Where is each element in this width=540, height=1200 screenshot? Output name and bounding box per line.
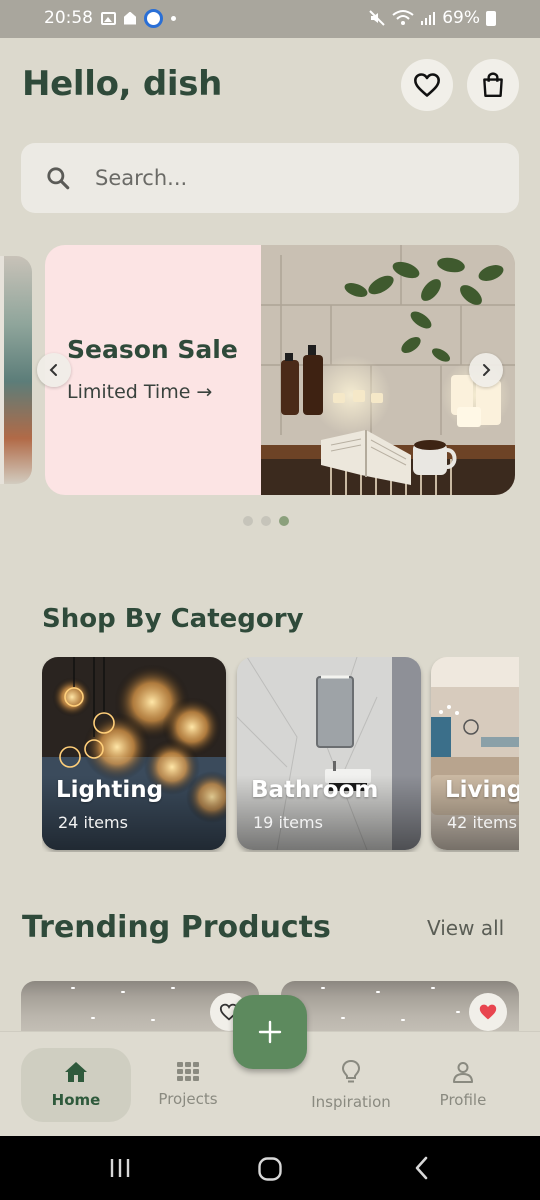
banner-cta[interactable]: Limited Time →	[67, 381, 212, 403]
category-count: 42 items	[447, 813, 517, 832]
status-bar: 20:58 69%	[0, 0, 540, 38]
chevron-right-icon	[483, 364, 491, 376]
category-count: 19 items	[253, 813, 323, 832]
view-all-link[interactable]: View all	[427, 916, 504, 940]
search-input[interactable]	[95, 166, 475, 190]
trending-section-title: Trending Products	[22, 910, 331, 945]
nav-label: Profile	[439, 1091, 487, 1109]
grid-icon	[177, 1062, 199, 1081]
gallery-icon	[101, 11, 116, 25]
category-card-bathroom[interactable]: Bathroom 19 items	[237, 657, 421, 850]
search-bar[interactable]	[21, 143, 519, 213]
promo-banner[interactable]: Season Sale Limited Time →	[45, 245, 515, 495]
home-system-icon[interactable]	[257, 1156, 283, 1182]
category-count: 24 items	[58, 813, 128, 832]
nav-home[interactable]: Home	[21, 1048, 131, 1122]
category-name: Living	[445, 777, 519, 803]
app-notification-icon	[144, 8, 163, 28]
nav-label: Projects	[158, 1090, 218, 1108]
carousel-dot[interactable]	[243, 516, 253, 526]
wifi-icon	[392, 10, 414, 25]
signal-icon	[421, 12, 436, 25]
carousel-dot[interactable]	[261, 516, 271, 526]
category-card-lighting[interactable]: Lighting 24 items	[42, 657, 226, 850]
product-favorite-button[interactable]	[469, 993, 507, 1031]
status-time: 20:58	[44, 8, 93, 28]
banner-title: Season Sale	[67, 335, 238, 364]
recent-apps-icon[interactable]	[108, 1156, 132, 1180]
nav-label: Home	[51, 1091, 101, 1109]
mute-icon	[369, 10, 385, 26]
battery-icon	[486, 10, 496, 26]
plus-icon	[258, 1020, 282, 1044]
carousel-prev-button[interactable]	[37, 353, 71, 387]
chevron-left-icon	[49, 364, 57, 376]
nav-label: Inspiration	[311, 1093, 391, 1111]
carousel-dot-active[interactable]	[279, 516, 289, 526]
carousel-indicators	[243, 516, 289, 526]
carousel-next-button[interactable]	[469, 353, 503, 387]
previous-banner-peek[interactable]	[0, 256, 32, 484]
category-section-title: Shop By Category	[42, 604, 304, 634]
category-card-living[interactable]: Living 42 items	[431, 657, 519, 850]
home-icon	[65, 1062, 87, 1082]
nav-projects[interactable]: Projects	[133, 1048, 243, 1122]
add-button[interactable]	[233, 995, 307, 1069]
user-icon	[453, 1062, 473, 1083]
battery-percent: 69%	[442, 8, 480, 28]
nav-profile[interactable]: Profile	[408, 1048, 518, 1122]
home-notification-icon	[124, 11, 136, 25]
more-notifications-icon	[171, 15, 176, 21]
category-list: Lighting 24 items Bathroom 19 items Livi…	[42, 657, 519, 852]
system-navigation-bar	[0, 1136, 540, 1200]
banner-text-panel: Season Sale Limited Time →	[45, 245, 261, 495]
heart-filled-icon	[479, 1004, 497, 1020]
search-icon	[47, 167, 70, 190]
favorites-button[interactable]	[401, 59, 453, 111]
greeting-title: Hello, dish	[22, 64, 223, 104]
category-name: Lighting	[56, 777, 164, 803]
heart-icon	[414, 73, 440, 97]
nav-inspiration[interactable]: Inspiration	[296, 1048, 406, 1122]
cart-button[interactable]	[467, 59, 519, 111]
shopping-bag-icon	[483, 72, 503, 98]
back-icon[interactable]	[412, 1156, 432, 1180]
category-name: Bathroom	[251, 777, 379, 803]
lightbulb-icon	[341, 1059, 361, 1083]
